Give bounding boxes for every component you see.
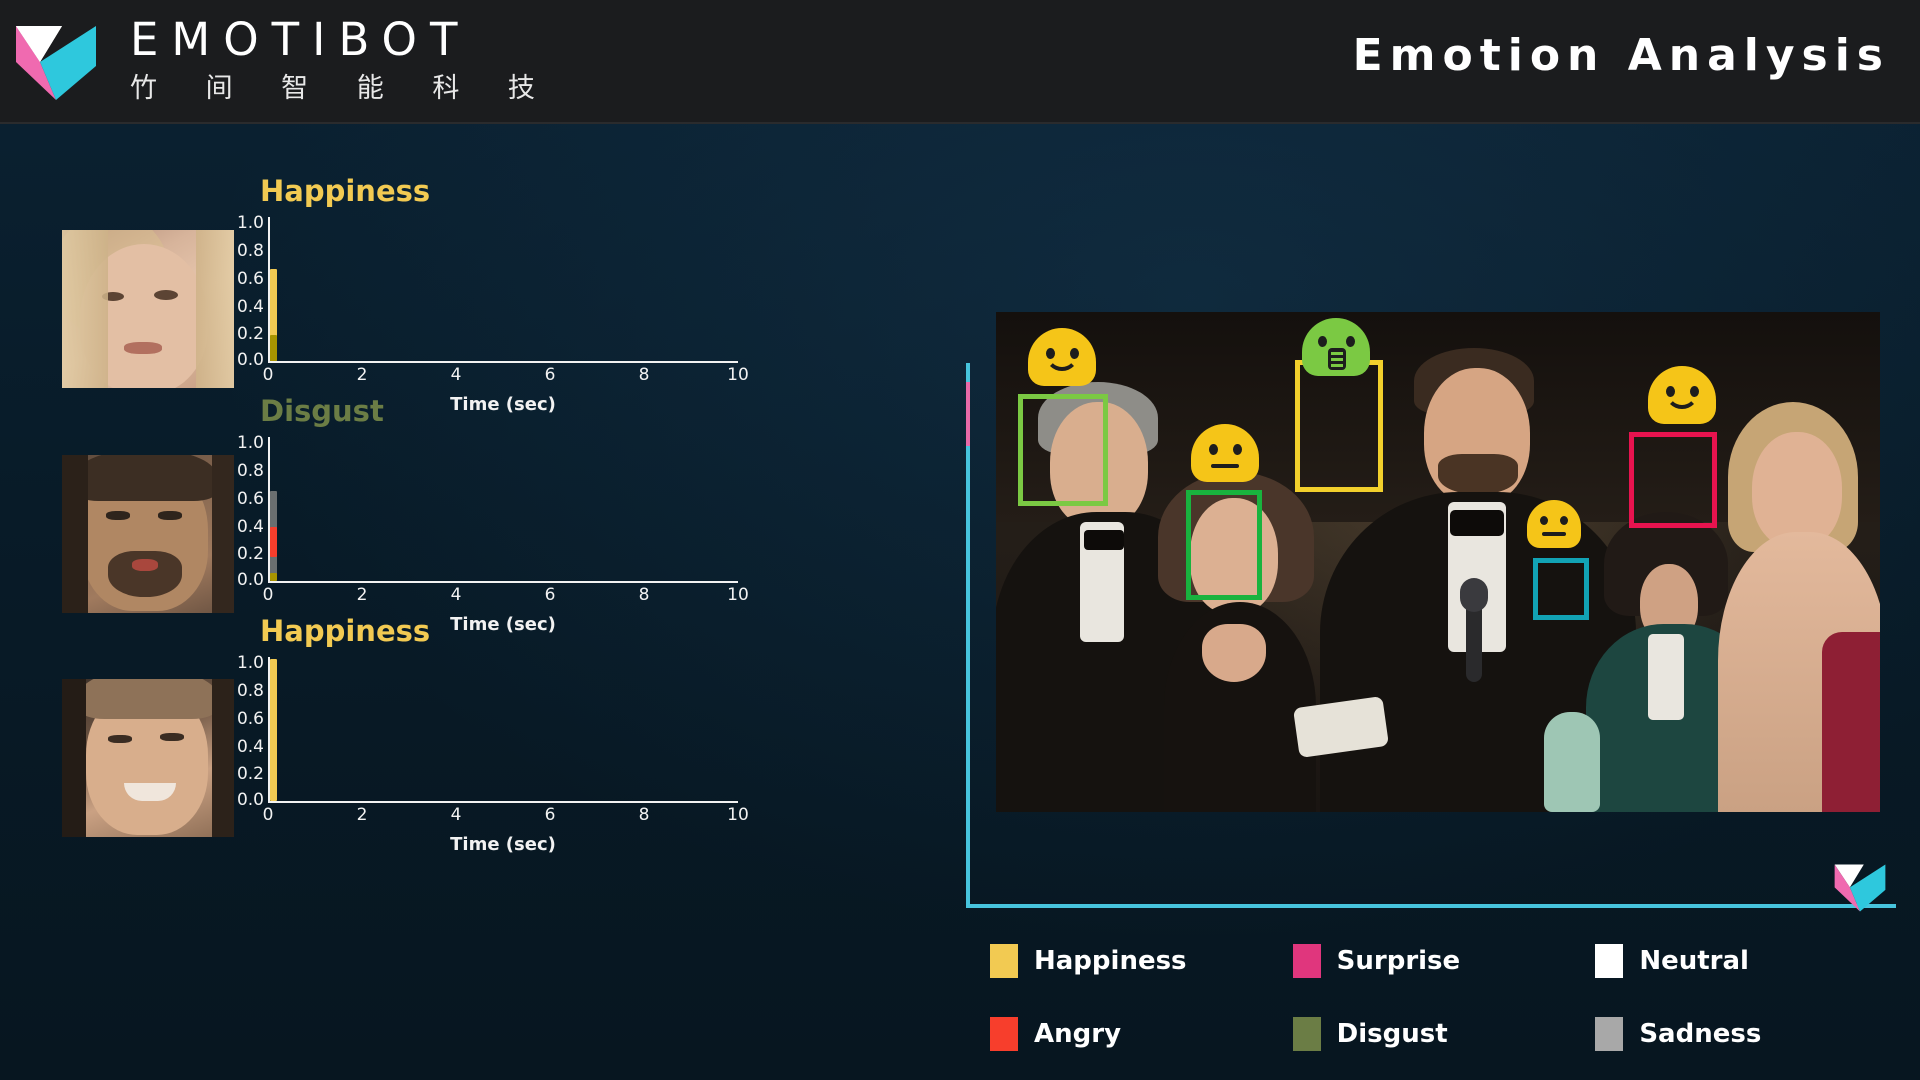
legend-label-angry: Angry <box>1034 1018 1122 1049</box>
chart-title-1: Happiness <box>260 174 431 208</box>
chart-plot-2: 1.0 0.8 0.6 0.4 0.2 0.0 0 2 4 6 8 10 Tim… <box>224 433 749 635</box>
chart-block-2: Disgust 1.0 0.8 0.6 0.4 0.2 0.0 0 2 4 6 … <box>224 394 749 635</box>
bar-happiness-3 <box>270 659 277 801</box>
brand-subtitle: 竹 间 智 能 科 技 <box>130 73 555 104</box>
face-box-disgust[interactable] <box>1295 360 1383 492</box>
emotibot-watermark-icon <box>1834 864 1886 912</box>
award-prop <box>1544 712 1600 812</box>
x-axis-title-3: Time (sec) <box>450 834 556 855</box>
brand-name: EMOTIBOT <box>130 13 471 66</box>
legend-label-surprise: Surprise <box>1336 945 1461 976</box>
face-box-contempt[interactable] <box>1533 558 1589 620</box>
face-thumbnail-1 <box>62 230 234 388</box>
y-axis-labels-1: 1.0 0.8 0.6 0.4 0.2 0.0 <box>236 213 264 370</box>
chart-title-2: Disgust <box>260 394 384 428</box>
chart-block-3: Happiness 1.0 0.8 0.6 0.4 0.2 0.0 0 2 4 … <box>224 614 749 855</box>
legend-label-neutral: Neutral <box>1639 945 1749 976</box>
legend-item-contempt[interactable]: Contempt <box>1595 1071 1890 1080</box>
x-axis-line-2 <box>268 581 738 583</box>
face-box-neutral[interactable] <box>1186 490 1262 600</box>
legend-swatch-disgust <box>1292 1016 1321 1051</box>
x-axis-line-1 <box>268 361 738 363</box>
emotion-video-feed[interactable] <box>996 312 1880 812</box>
chart-block-1: Happiness 1.0 0.8 0.6 0.4 0.2 0.0 0 2 4 … <box>224 174 749 415</box>
y-axis-labels-2: 1.0 0.8 0.6 0.4 0.2 0.0 <box>236 433 264 590</box>
app-header: EMOTIBOT 竹 间 智 能 科 技 Emotion Analysis <box>0 0 1920 124</box>
chart-title-3: Happiness <box>260 614 431 648</box>
page-title: Emotion Analysis <box>1352 30 1890 81</box>
legend-swatch-neutral <box>1595 943 1624 978</box>
main-stage: Happiness 1.0 0.8 0.6 0.4 0.2 0.0 0 2 4 … <box>0 124 1920 1080</box>
legend-swatch-sadness <box>1595 1016 1624 1051</box>
chart-plot-3: 1.0 0.8 0.6 0.4 0.2 0.0 0 2 4 6 8 10 Tim… <box>224 653 749 855</box>
legend-label-disgust: Disgust <box>1336 1018 1448 1049</box>
video-panel <box>966 278 1896 912</box>
legend-swatch-angry <box>990 1016 1018 1051</box>
emotion-legend: Happiness Surprise Neutral Angry Disgust… <box>990 924 1890 1080</box>
legend-label-sadness: Sadness <box>1639 1018 1762 1049</box>
legend-item-confusion[interactable]: Confusion <box>990 1071 1285 1080</box>
face-thumbnail-2 <box>62 455 234 613</box>
legend-swatch-surprise <box>1292 943 1321 978</box>
legend-item-fear[interactable]: Fear <box>1293 1071 1588 1080</box>
bar-confusion-1 <box>270 335 277 361</box>
face-thumbnail-3 <box>62 679 234 837</box>
emoji-marker-neutral-2 <box>1527 500 1581 548</box>
face-box-happiness[interactable] <box>1018 394 1108 506</box>
y-axis-labels-3: 1.0 0.8 0.6 0.4 0.2 0.0 <box>236 653 264 810</box>
legend-item-neutral[interactable]: Neutral <box>1595 924 1890 997</box>
legend-item-angry[interactable]: Angry <box>990 997 1285 1070</box>
person-5 <box>1712 402 1880 812</box>
emotibot-logo-icon <box>16 26 96 100</box>
x-axis-labels-1: 0 2 4 6 8 10 <box>262 365 749 385</box>
legend-item-surprise[interactable]: Surprise <box>1292 924 1588 997</box>
bar-angry-2 <box>270 527 277 557</box>
chart-plot-1: 1.0 0.8 0.6 0.4 0.2 0.0 0 2 4 6 8 10 Tim… <box>224 213 749 415</box>
x-axis-line-3 <box>268 801 738 803</box>
brand-text: EMOTIBOT 竹 间 智 能 科 技 <box>130 14 555 110</box>
legend-label-happiness: Happiness <box>1034 945 1187 976</box>
face-box-surprise[interactable] <box>1629 432 1717 528</box>
legend-item-sadness[interactable]: Sadness <box>1595 997 1890 1070</box>
legend-item-disgust[interactable]: Disgust <box>1292 997 1588 1070</box>
bar-confusion-2 <box>270 573 277 581</box>
legend-item-happiness[interactable]: Happiness <box>990 924 1285 997</box>
x-axis-labels-3: 0 2 4 6 8 10 <box>262 805 749 825</box>
panel-accent-pink <box>966 382 970 446</box>
legend-swatch-happiness <box>990 943 1018 978</box>
x-axis-labels-2: 0 2 4 6 8 10 <box>262 585 749 605</box>
